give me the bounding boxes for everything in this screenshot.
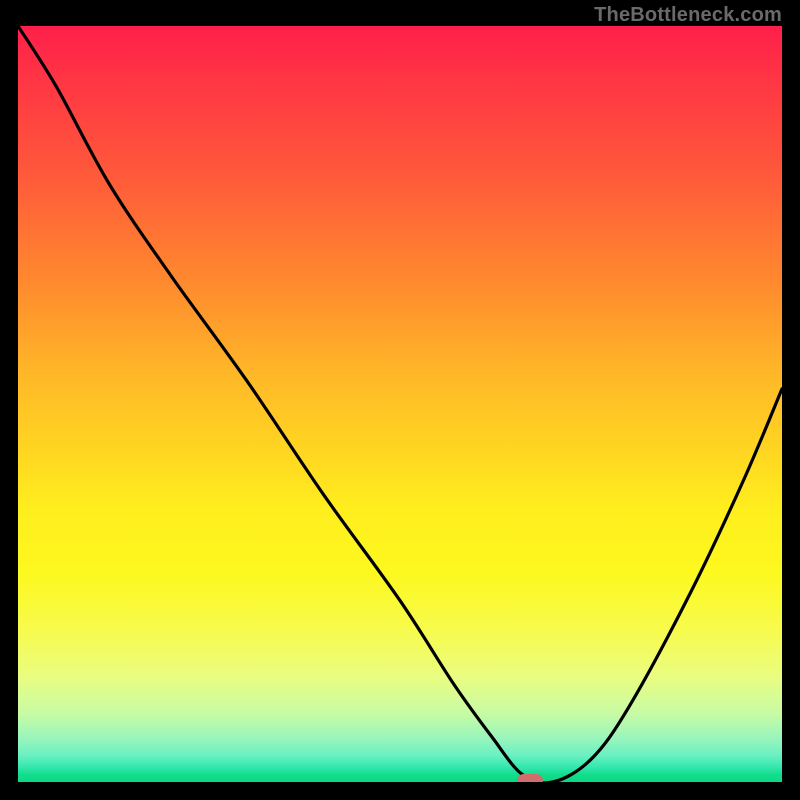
- bottleneck-curve: [18, 26, 782, 782]
- chart-frame: TheBottleneck.com: [0, 0, 800, 800]
- optimal-point-marker: [517, 774, 543, 782]
- plot-area: [18, 26, 782, 782]
- watermark-text: TheBottleneck.com: [594, 4, 782, 27]
